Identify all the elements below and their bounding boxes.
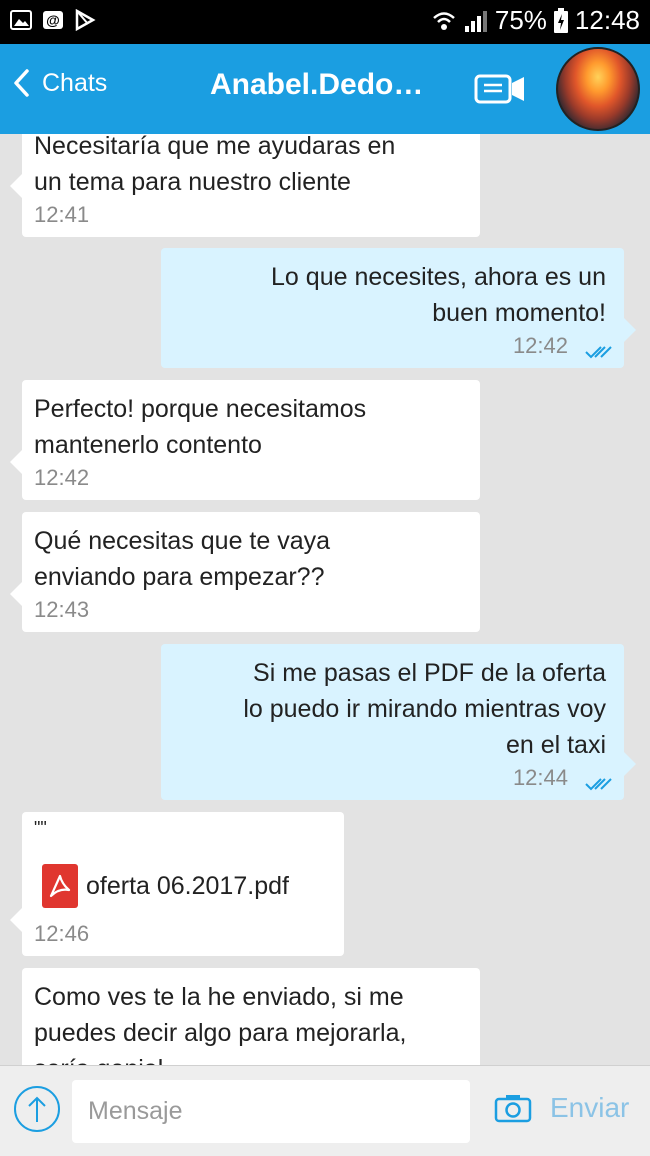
chat-header: Chats Anabel.Dedom… (0, 44, 650, 134)
message-outgoing[interactable]: Si me pasas el PDF de la oferta lo puedo… (161, 644, 636, 800)
play-store-icon (75, 9, 96, 31)
message-time: 12:42 (512, 333, 568, 358)
email-icon: @ (43, 11, 63, 29)
wifi-icon (433, 11, 455, 30)
message-time: 12:44 (512, 765, 568, 790)
read-ticks-icon (585, 778, 612, 791)
message-text-line: Como ves te la he enviado, si me (34, 983, 404, 1011)
message-incoming[interactable]: Perfecto! porque necesitamos mantenerlo … (10, 380, 480, 500)
message-time: 12:43 (34, 597, 90, 622)
message-text-line: un tema para nuestro cliente (34, 168, 351, 196)
message-text-line: lo puedo ir mirando mientras voy (243, 695, 606, 723)
send-button[interactable]: Enviar (550, 1092, 629, 1124)
contact-name[interactable]: Anabel.Dedom… (210, 68, 450, 102)
message-text-line: Lo que necesites, ahora es un (271, 263, 606, 291)
svg-text:@: @ (46, 12, 60, 28)
file-name: oferta 06.2017.pdf (86, 872, 289, 900)
file-message[interactable]: "" oferta 06.2017.pdf 12:46 (10, 812, 344, 956)
battery-percentage: 75% (494, 5, 547, 35)
clock: 12:48 (574, 5, 640, 35)
arrow-up-icon (28, 1096, 46, 1122)
message-incoming[interactable]: Necesitaría que me ayudaras en un tema p… (10, 134, 480, 237)
pdf-icon (42, 864, 78, 908)
message-incoming[interactable]: Como ves te la he enviado, si me puedes … (22, 968, 480, 1065)
battery-icon (553, 7, 568, 33)
video-call-icon[interactable] (474, 74, 526, 104)
message-composer: Enviar (0, 1065, 650, 1156)
message-list[interactable]: Necesitaría que me ayudaras en un tema p… (0, 134, 650, 1065)
message-text-line: Si me pasas el PDF de la oferta (253, 659, 606, 687)
contact-avatar[interactable] (556, 47, 640, 131)
message-text-line: mantenerlo contento (34, 431, 262, 459)
message-incoming[interactable]: Qué necesitas que te vaya enviando para … (10, 512, 480, 632)
signal-icon (464, 10, 487, 32)
chevron-left-icon (14, 69, 29, 97)
message-time: 12:46 (34, 921, 90, 946)
back-label: Chats (42, 68, 108, 97)
message-text-line: Necesitaría que me ayudaras en (34, 134, 396, 160)
message-time: 12:41 (34, 202, 90, 227)
read-ticks-icon (585, 346, 612, 359)
message-text-line: Perfecto! porque necesitamos (34, 395, 367, 423)
message-text-line: sería genial (34, 1051, 468, 1065)
attach-button[interactable] (14, 1086, 60, 1132)
message-text-line: en el taxi (505, 731, 606, 759)
message-text-line: buen momento! (432, 299, 606, 327)
back-button[interactable]: Chats (12, 68, 107, 98)
message-text-line: Qué necesitas que te vaya (34, 527, 331, 555)
pdf-attachment[interactable]: oferta 06.2017.pdf (42, 864, 289, 908)
message-input[interactable] (72, 1080, 470, 1143)
message-text-line: enviando para empezar?? (34, 563, 325, 591)
message-time: 12:42 (34, 465, 90, 490)
status-bar: @ 75% 12:48 (0, 0, 650, 44)
file-caption: "" (34, 818, 47, 838)
gallery-icon (10, 10, 32, 30)
camera-icon[interactable] (494, 1093, 532, 1123)
message-outgoing[interactable]: Lo que necesites, ahora es un buen momen… (161, 248, 636, 368)
message-text-line: puedes decir algo para mejorarla, (34, 1019, 407, 1047)
